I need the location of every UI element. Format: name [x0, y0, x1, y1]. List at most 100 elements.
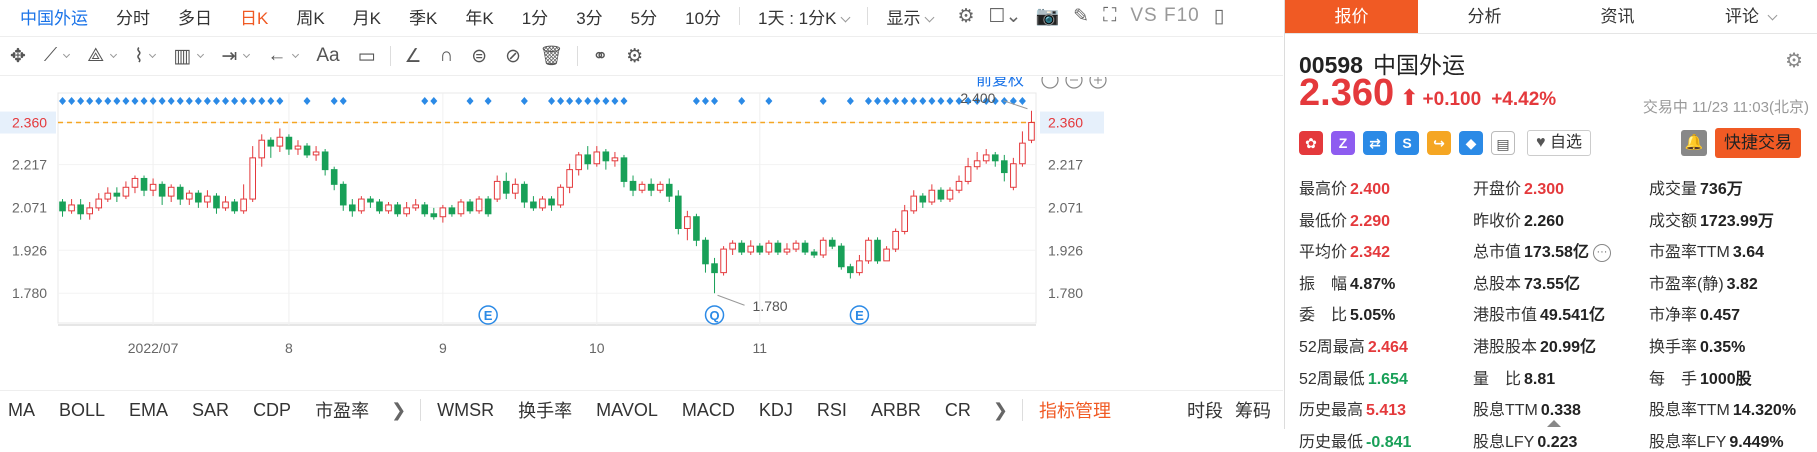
vs-f10-button[interactable]: VS F10	[1130, 5, 1199, 27]
tab-comments[interactable]: 评论	[1684, 0, 1817, 33]
zoom-out-icon[interactable]	[1065, 71, 1083, 89]
indicator-tab[interactable]: MAVOL	[584, 400, 670, 421]
interval-select[interactable]: 1天 : 1分K	[744, 4, 863, 29]
candle-down	[702, 239, 709, 265]
indicator-tab[interactable]: CR	[933, 400, 983, 421]
camera-icon[interactable]: 📷	[1035, 4, 1059, 28]
hk-badge-icon[interactable]: ✿	[1299, 131, 1323, 155]
display-menu[interactable]: 显示	[872, 4, 947, 29]
indicator-tab[interactable]: 市盈率	[303, 397, 381, 423]
indicator-tab[interactable]: RSI	[805, 400, 859, 421]
collapse-handle-icon[interactable]	[1547, 420, 1561, 427]
period-tab[interactable]: 1分	[508, 4, 562, 29]
polygon-tool-icon[interactable]: ⟁	[83, 41, 120, 71]
eye-lock-icon[interactable]: ⊜	[467, 41, 491, 71]
candle-up	[946, 189, 954, 200]
candle-down	[213, 195, 220, 209]
more-icon[interactable]: ···	[1592, 243, 1611, 262]
stat-label: 昨收价	[1473, 212, 1522, 230]
period-tab[interactable]: 多日	[164, 4, 226, 29]
event-diamond	[339, 97, 347, 105]
sidebar-toggle-icon[interactable]: ▯	[1214, 5, 1224, 28]
chevron-right-icon[interactable]: ❯	[381, 400, 416, 421]
candle-down	[448, 207, 456, 215]
indicator-manage-button[interactable]: 指标管理	[1027, 397, 1123, 423]
period-tab[interactable]: 季K	[395, 4, 451, 29]
magnet-icon[interactable]: ∩	[436, 41, 458, 71]
dollar-badge-icon[interactable]: S	[1395, 131, 1419, 155]
lightning-badge-icon[interactable]: Z	[1331, 131, 1355, 155]
link-icon[interactable]: ⚭	[588, 41, 612, 71]
gear-icon[interactable]: ⚙	[1785, 48, 1803, 73]
trash-icon[interactable]: 🗑	[535, 41, 567, 71]
text-tool-icon[interactable]: Aa	[312, 41, 343, 71]
event-diamond	[122, 97, 130, 105]
period-tab[interactable]: 分时	[102, 4, 164, 29]
range-tool-icon[interactable]: ⇥	[217, 41, 253, 71]
indicator-tab[interactable]: MACD	[670, 400, 747, 421]
event-diamond	[819, 97, 827, 105]
tab-analysis[interactable]: 分析	[1418, 0, 1551, 33]
period-tab[interactable]: 5分	[617, 4, 671, 29]
fib-tool-icon[interactable]: ▥	[169, 41, 207, 71]
indicator-tab[interactable]: EMA	[117, 400, 180, 421]
period-tab[interactable]: 周K	[282, 4, 338, 29]
candle-up	[575, 154, 583, 171]
pencil-icon[interactable]: ✎	[1073, 5, 1089, 28]
settings-gear-icon[interactable]: ⚙	[957, 5, 974, 28]
candle-down	[367, 198, 374, 203]
candle-down	[810, 251, 818, 256]
indicator-tab[interactable]: KDJ	[747, 400, 805, 421]
y-tick-label-right: 1.780	[1048, 285, 1083, 301]
tag-badge-icon[interactable]: ◆	[1459, 131, 1483, 155]
badge-row: ✿ Z ⇄ S ↪ ◆ ▤ ♥ 自选	[1299, 130, 1591, 156]
angle-icon[interactable]: ∠	[401, 41, 426, 71]
event-diamond	[421, 97, 429, 105]
period-tab[interactable]: 年K	[451, 4, 507, 29]
hide-icon[interactable]: ⊘	[501, 41, 525, 71]
settings-icon[interactable]: ⚙	[622, 41, 647, 71]
doc-badge-icon[interactable]: ▤	[1491, 131, 1515, 155]
link-badge-icon[interactable]: ↪	[1427, 131, 1451, 155]
move-icon[interactable]: ✥	[6, 41, 30, 71]
shuffle-badge-icon[interactable]: ⇄	[1363, 131, 1387, 155]
line-tool-icon[interactable]: ⟋	[40, 41, 73, 71]
indicator-tab[interactable]: MA	[0, 400, 47, 421]
candle-up	[95, 198, 103, 209]
indicator-tab[interactable]: ARBR	[859, 400, 933, 421]
chip-toggle[interactable]: 筹码	[1235, 397, 1283, 423]
event-diamond	[185, 97, 193, 105]
undo-icon[interactable]	[1041, 71, 1059, 89]
comment-icon[interactable]: ▭	[354, 41, 380, 71]
quick-trade-button[interactable]: 快捷交易	[1715, 128, 1801, 158]
chevron-right-icon[interactable]: ❯	[983, 400, 1018, 421]
candle-down	[1000, 160, 1008, 174]
indicator-tab[interactable]: SAR	[180, 400, 241, 421]
bell-icon[interactable]: 🔔	[1681, 130, 1707, 156]
square-select-icon[interactable]: ☐⌄	[989, 5, 1022, 28]
watchlist-button[interactable]: ♥ 自选	[1527, 130, 1591, 156]
stock-name-link[interactable]: 中国外运	[0, 4, 102, 29]
candle-down	[113, 192, 121, 197]
period-toggle[interactable]: 时段	[1175, 397, 1235, 423]
indicator-tab[interactable]: 换手率	[506, 397, 584, 423]
period-tab[interactable]: 10分	[671, 4, 735, 29]
stat-value: 1723.99万	[1700, 212, 1774, 230]
indicator-tab[interactable]: BOLL	[47, 400, 117, 421]
tab-quote[interactable]: 报价	[1285, 0, 1418, 33]
fullscreen-icon[interactable]: ⛶	[1103, 5, 1116, 27]
stat-label: 总股本	[1473, 275, 1522, 293]
tab-news[interactable]: 资讯	[1551, 0, 1684, 33]
period-tab-active[interactable]: 日K	[226, 4, 282, 29]
period-tab[interactable]: 3分	[562, 4, 616, 29]
candle-down	[991, 154, 999, 162]
indicator-tab[interactable]: WMSR	[425, 400, 506, 421]
indicator-tab[interactable]: CDP	[241, 400, 303, 421]
event-diamond	[611, 97, 619, 105]
period-tab[interactable]: 月K	[339, 4, 395, 29]
candle-up	[955, 180, 963, 191]
candle-down	[394, 204, 401, 215]
kline-chart[interactable]: 2.360 2.360 2.217 2.217 2.071 2.071 1.926 1.926…	[0, 71, 1283, 382]
wave-tool-icon[interactable]: ⌇	[130, 41, 159, 71]
arrow-tool-icon[interactable]: ←	[263, 41, 302, 71]
